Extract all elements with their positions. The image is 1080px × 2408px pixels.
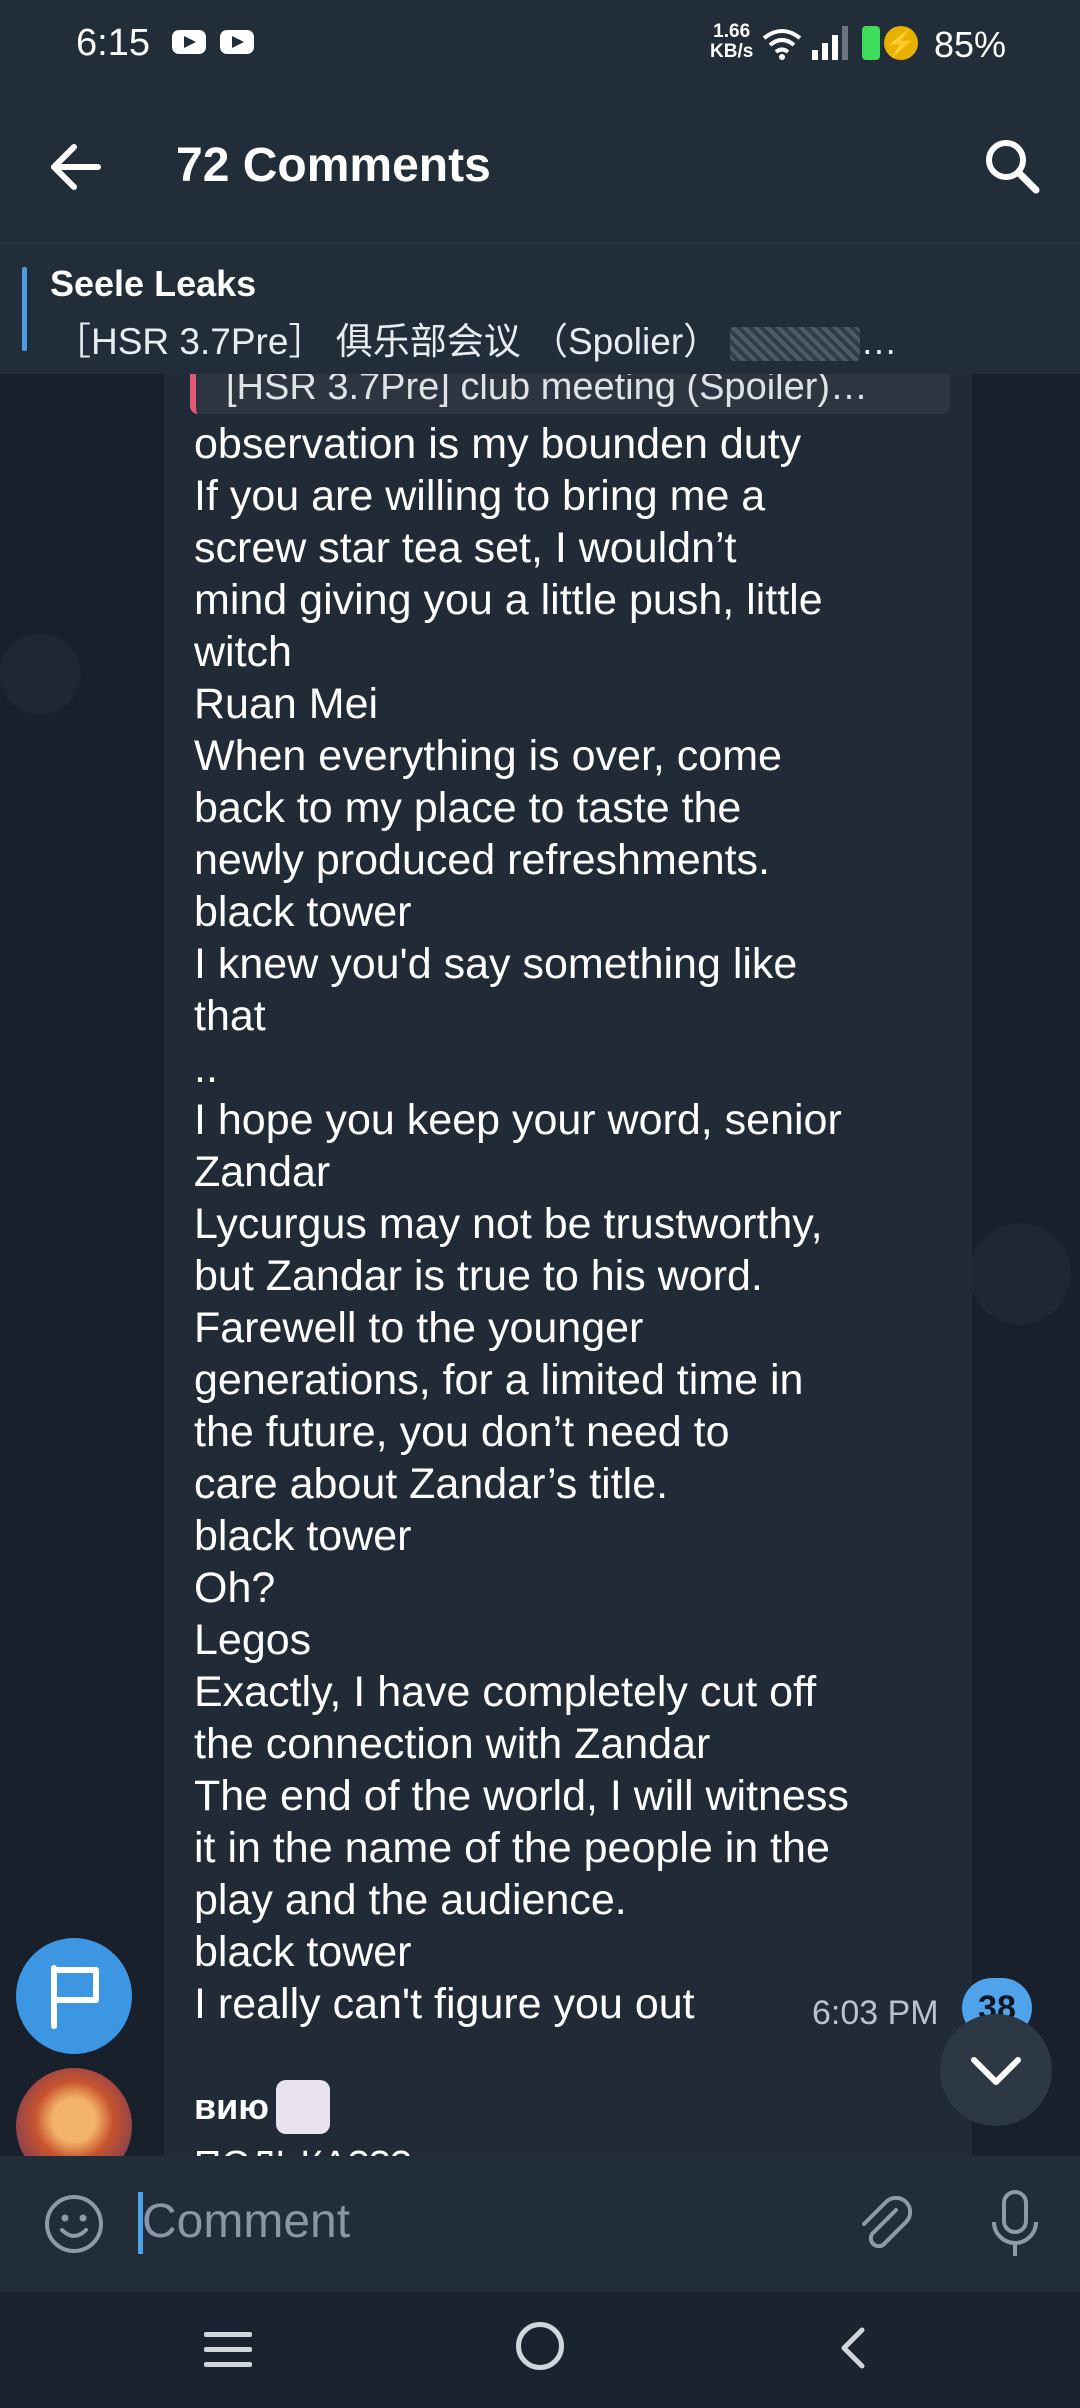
- app-header: 72 Comments: [0, 90, 1080, 242]
- flag-icon: [51, 1965, 99, 2029]
- message-line: witch: [194, 628, 292, 676]
- message-line: Exactly, I have completely cut off: [194, 1668, 817, 1716]
- message-line: the connection with Zandar: [194, 1720, 711, 1768]
- system-nav-bar: [0, 2292, 1080, 2408]
- message-line: that: [194, 992, 266, 1040]
- signal-icon: [812, 26, 848, 60]
- message-line: newly produced refreshments.: [194, 836, 771, 884]
- message-line: black tower: [194, 1928, 412, 1976]
- microphone-icon[interactable]: [980, 2186, 1050, 2262]
- recent-apps-icon[interactable]: [204, 2332, 252, 2377]
- message-time: 6:03 PM: [812, 1994, 939, 2032]
- message-line: Farewell to the younger: [194, 1304, 644, 1352]
- comment-input[interactable]: Comment: [142, 2194, 350, 2249]
- message-line: generations, for a limited time in: [194, 1356, 804, 1404]
- back-arrow-icon[interactable]: [44, 134, 110, 200]
- message-author[interactable]: вию: [194, 2086, 269, 2128]
- message-line: The end of the world, I will witness: [194, 1772, 849, 1820]
- battery-icon: [862, 26, 880, 60]
- message-line: play and the audience.: [194, 1876, 627, 1924]
- message-line: Oh?: [194, 1564, 276, 1612]
- message-line: Zandar: [194, 1148, 331, 1196]
- youtube-icon: [220, 30, 254, 54]
- emoji-sticker-icon: [276, 2080, 330, 2134]
- reply-quote[interactable]: [HSR 3.7Pre] club meeting (Spoiler)…: [190, 374, 950, 414]
- battery-percent: 85%: [934, 24, 1007, 65]
- message-line: care about Zandar’s title.: [194, 1460, 669, 1508]
- scroll-down-button[interactable]: [940, 2014, 1052, 2126]
- message-line: I knew you'd say something like: [194, 940, 798, 988]
- message-line: Ruan Mei: [194, 680, 379, 728]
- message-line: If you are willing to bring me a: [194, 472, 766, 520]
- avatar[interactable]: [16, 2068, 132, 2156]
- blurred-image-icon: [730, 327, 861, 362]
- comment-input-bar: Comment: [0, 2156, 1080, 2292]
- nav-back-icon[interactable]: [830, 2322, 882, 2374]
- charging-icon: ⚡: [884, 26, 918, 60]
- flag-avatar[interactable]: [16, 1938, 132, 2054]
- message-line: mind giving you a little push, little: [194, 576, 823, 624]
- wifi-icon: [762, 29, 802, 60]
- message-line: black tower: [194, 1512, 412, 1560]
- home-icon[interactable]: [516, 2322, 564, 2370]
- pinned-preview: ［HSR 3.7Pre］ 俱乐部会议 （Spolier） …: [54, 321, 898, 362]
- youtube-icon: [172, 30, 206, 54]
- message-line: observation is my bounden duty: [194, 420, 802, 468]
- pinned-post[interactable]: Seele Leaks ［HSR 3.7Pre］ 俱乐部会议 （Spolier）…: [0, 242, 1080, 375]
- message-text: ПОЛЬКА???: [194, 2144, 411, 2156]
- attachment-icon[interactable]: [852, 2192, 918, 2258]
- message-line: When everything is over, come: [194, 732, 782, 780]
- message-line: I hope you keep your word, senior: [194, 1096, 842, 1144]
- channel-name: Seele Leaks: [50, 263, 257, 304]
- message-text: observation is my bounden duty If you are…: [194, 418, 954, 2030]
- emoji-icon[interactable]: [42, 2192, 106, 2256]
- message-line: black tower: [194, 888, 412, 936]
- message-line: back to my place to taste the: [194, 784, 742, 832]
- page-title: 72 Comments: [176, 139, 491, 192]
- message-line: it in the name of the people in the: [194, 1824, 830, 1872]
- status-bar: 6:15 1.66 KB/s ⚡ 85%: [0, 0, 1080, 90]
- search-icon[interactable]: [980, 134, 1044, 198]
- message-line: ..: [194, 1044, 218, 1092]
- message-line: screw star tea set, I wouldn’t: [194, 524, 737, 572]
- message-line: Lycurgus may not be trustworthy,: [194, 1200, 823, 1248]
- status-time: 6:15: [76, 22, 150, 64]
- network-speed: 1.66 KB/s: [710, 21, 754, 62]
- chevron-down-icon: [971, 2057, 1021, 2085]
- message-line: Legos: [194, 1616, 312, 1664]
- chat-area[interactable]: [HSR 3.7Pre] club meeting (Spoiler)… obs…: [0, 374, 1080, 2156]
- pinned-accent-bar: [22, 267, 27, 351]
- message-line: but Zandar is true to his word.: [194, 1252, 763, 1300]
- message-line: the future, you don’t need to: [194, 1408, 730, 1456]
